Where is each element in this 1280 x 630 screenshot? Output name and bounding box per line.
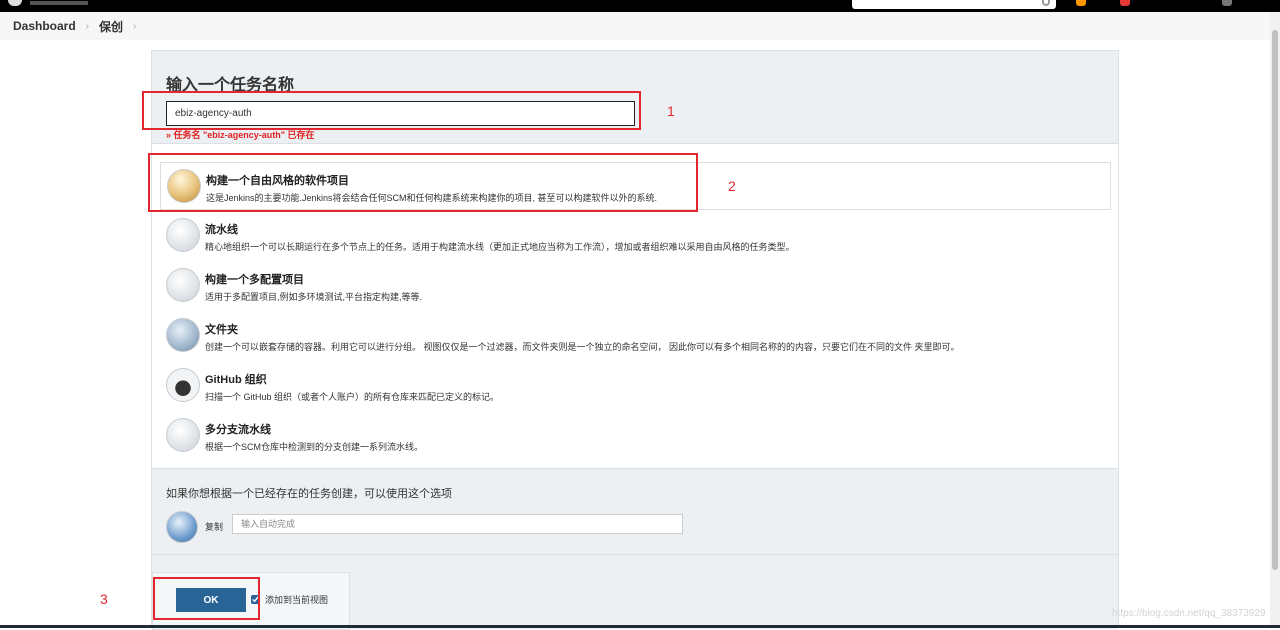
annotation-number-2: 2 (728, 178, 736, 194)
item-type-folder[interactable]: 文件夹 创建一个可以嵌套存储的容器。利用它可以进行分组。 视图仅仅是一个过滤器，… (160, 312, 1111, 360)
search-box[interactable] (852, 0, 1056, 9)
item-type-description: 精心地组织一个可以长期运行在多个节点上的任务。适用于构建流水线（更加正式地应当称… (205, 242, 795, 252)
copy-icon (166, 511, 198, 543)
scrollbar-thumb[interactable] (1272, 30, 1278, 570)
breadcrumb-folder[interactable]: 保创 (99, 18, 123, 35)
item-type-multibranch[interactable]: 多分支流水线 根据一个SCM仓库中检测到的分支创建一系列流水线。 (160, 412, 1111, 460)
annotation-box-1 (142, 91, 641, 130)
annotation-number-1: 1 (667, 103, 675, 119)
annotation-box-3 (153, 577, 260, 620)
jenkins-logo[interactable] (8, 0, 98, 6)
security-icon[interactable] (1120, 0, 1130, 6)
multi-config-icon (166, 268, 200, 302)
item-type-name: 多分支流水线 (205, 424, 271, 436)
pipeline-icon (166, 218, 200, 252)
chevron-right-icon[interactable]: › (133, 21, 136, 32)
multibranch-icon (166, 418, 200, 452)
jenkins-butler-icon (8, 0, 22, 6)
annotation-box-2 (148, 153, 698, 212)
vertical-scrollbar[interactable] (1270, 12, 1280, 628)
github-icon (166, 368, 200, 402)
add-to-view-label: 添加到当前视图 (265, 595, 329, 605)
item-type-name: 流水线 (205, 224, 238, 236)
item-type-github-org[interactable]: GitHub 组织 扫描一个 GitHub 组织（或者个人账户）的所有仓库来匹配… (160, 362, 1111, 410)
copy-hint: 如果你想根据一个已经存在的任务创建，可以使用这个选项 (166, 488, 452, 500)
item-type-pipeline[interactable]: 流水线 精心地组织一个可以长期运行在多个节点上的任务。适用于构建流水线（更加正式… (160, 212, 1111, 260)
item-type-description: 创建一个可以嵌套存储的容器。利用它可以进行分组。 视图仅仅是一个过滤器，而文件夹… (205, 342, 960, 352)
copy-from-section: 如果你想根据一个已经存在的任务创建，可以使用这个选项 复制 (152, 468, 1118, 554)
notification-icon[interactable] (1076, 0, 1086, 6)
breadcrumb: Dashboard › 保创 › (0, 12, 1280, 40)
annotation-number-3: 3 (100, 591, 108, 607)
item-type-name: GitHub 组织 (205, 374, 267, 386)
item-type-description: 扫描一个 GitHub 组织（或者个人账户）的所有仓库来匹配已定义的标记。 (205, 392, 500, 402)
item-type-name: 文件夹 (205, 324, 238, 336)
item-type-description: 根据一个SCM仓库中检测到的分支创建一系列流水线。 (205, 442, 424, 452)
top-header (0, 0, 1280, 12)
breadcrumb-dashboard[interactable]: Dashboard (13, 19, 76, 33)
watermark: https://blog.csdn.net/qq_38373929 (1112, 608, 1266, 619)
item-type-multi-config[interactable]: 构建一个多配置项目 适用于多配置项目,例如多环境测试,平台指定构建,等等. (160, 262, 1111, 310)
new-item-panel: 输入一个任务名称 » 任务名 "ebiz-agency-auth" 已存在 构建… (151, 50, 1119, 630)
copy-label: 复制 (205, 522, 224, 532)
item-type-name: 构建一个多配置项目 (205, 274, 304, 286)
help-icon[interactable] (1042, 0, 1050, 6)
folder-icon (166, 318, 200, 352)
copy-from-input[interactable] (232, 514, 683, 534)
chevron-right-icon[interactable]: › (86, 21, 89, 32)
item-type-description: 适用于多配置项目,例如多环境测试,平台指定构建,等等. (205, 292, 423, 302)
add-to-view-option[interactable]: 添加到当前视图 (251, 593, 328, 606)
form-footer: OK 添加到当前视图 (152, 554, 1118, 630)
user-icon[interactable] (1222, 0, 1232, 6)
